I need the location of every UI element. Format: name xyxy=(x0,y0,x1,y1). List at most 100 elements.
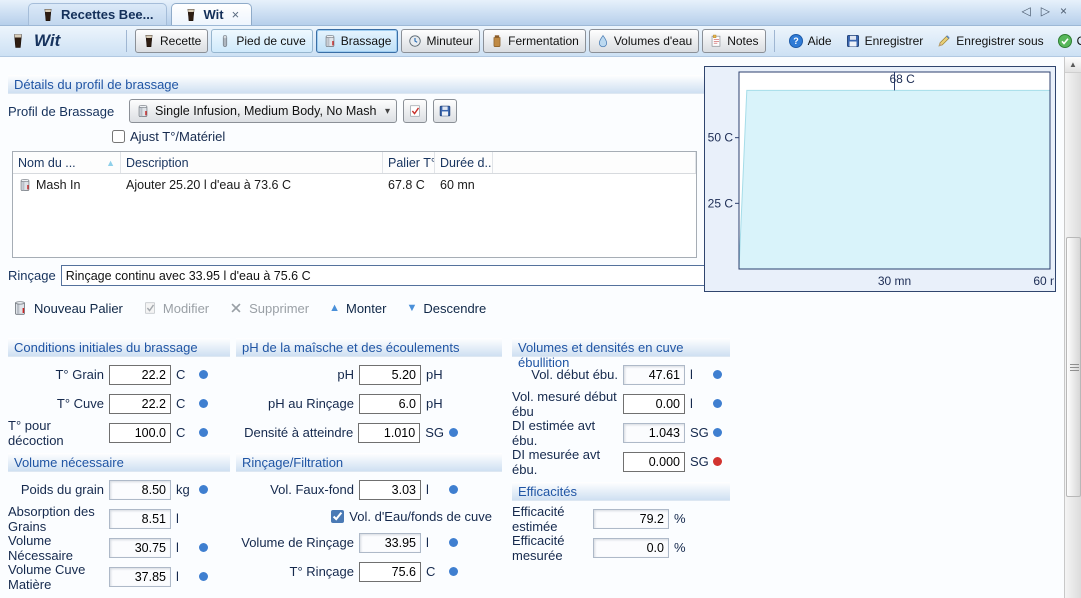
field-row: DI mesurée avt ébu. SG xyxy=(512,447,730,476)
blue-dot-icon xyxy=(449,538,458,547)
nav-forward-icon[interactable]: ▷ xyxy=(1041,4,1050,18)
enregistrer-sous-button[interactable]: Enregistrer sous xyxy=(931,29,1048,53)
brassage-button[interactable]: Brassage xyxy=(316,29,399,53)
unit-label: C xyxy=(176,396,194,411)
grain-temp-input[interactable] xyxy=(109,365,171,385)
move-down-button[interactable]: ▼ Descendre xyxy=(406,301,486,316)
ok-button[interactable]: OK xyxy=(1052,29,1081,53)
target-gravity-input[interactable] xyxy=(358,423,420,443)
unit-label: SG xyxy=(690,454,708,469)
step-actions-row: Nouveau Palier Modifier Supprimer ▲ Mont… xyxy=(12,300,486,316)
unit-label: l xyxy=(426,535,444,550)
unit-label: pH xyxy=(426,367,444,382)
step-name: Mash In xyxy=(36,178,80,192)
recette-button[interactable]: Recette xyxy=(135,29,208,53)
blue-dot-icon xyxy=(449,567,458,576)
nav-close-icon[interactable]: × xyxy=(1060,4,1067,18)
sparge-input[interactable] xyxy=(61,265,707,286)
divider xyxy=(774,30,775,52)
tab-bar: Recettes Bee... Wit × ◁ ▷ × xyxy=(0,0,1081,26)
tab-label: Wit xyxy=(204,7,224,22)
scrollbar-up-arrow-icon[interactable]: ▲ xyxy=(1065,57,1081,73)
delete-step-button[interactable]: Supprimer xyxy=(229,301,309,316)
false-bottom-volume-input[interactable] xyxy=(359,480,421,500)
field-label: T° Cuve xyxy=(57,396,104,411)
unit-label: C xyxy=(426,564,444,579)
decoction-temp-input[interactable] xyxy=(109,423,171,443)
red-check-page-icon xyxy=(408,104,422,118)
scrollbar-thumb[interactable] xyxy=(1066,237,1081,497)
fermentation-button[interactable]: Fermentation xyxy=(483,29,586,53)
sparge-row: Rinçage xyxy=(8,265,707,286)
field-label: Volume Cuve Matière xyxy=(8,562,104,592)
field-label: Vol. début ébu. xyxy=(531,367,618,382)
mash-tun-icon xyxy=(323,34,337,48)
move-up-button[interactable]: ▲ Monter xyxy=(329,301,386,316)
sparge-volume-field xyxy=(359,533,421,553)
tab-wit[interactable]: Wit × xyxy=(171,3,253,25)
minuteur-button[interactable]: Minuteur xyxy=(401,29,480,53)
notes-button[interactable]: Notes xyxy=(702,29,765,53)
beer-glass-icon xyxy=(184,8,198,22)
edit-step-button[interactable]: Modifier xyxy=(143,301,209,316)
pied-de-cuve-button[interactable]: Pied de cuve xyxy=(211,29,312,53)
vertical-scrollbar[interactable]: ▲ xyxy=(1064,57,1081,598)
mash-tun-icon xyxy=(12,300,28,316)
field-label: T° Rinçage xyxy=(290,564,354,579)
field-label: Absorption des Grains xyxy=(8,504,104,534)
blue-dot-icon xyxy=(713,399,722,408)
nav-back-icon[interactable]: ◁ xyxy=(1022,4,1031,18)
field-label: T° pour décoction xyxy=(8,418,104,448)
mash-ph-input[interactable] xyxy=(359,365,421,385)
red-dot-icon xyxy=(713,457,722,466)
tab-close-icon[interactable]: × xyxy=(232,7,240,22)
test-tube-icon xyxy=(218,34,232,48)
mash-temperature-chart: 50 C25 C30 mn60 mn68 C xyxy=(704,66,1056,292)
new-step-button[interactable]: Nouveau Palier xyxy=(12,300,123,316)
field-label: Densité à atteindre xyxy=(244,425,353,440)
profile-row: Profil de Brassage Single Infusion, Medi… xyxy=(8,99,457,123)
field-row: Efficacité estimée % xyxy=(512,504,730,533)
scrollbar-grip xyxy=(1070,367,1079,368)
pencil-icon xyxy=(936,33,952,49)
field-label: Efficacité estimée xyxy=(512,504,588,534)
aide-button[interactable]: ? Aide xyxy=(783,29,837,53)
field-label: Poids du grain xyxy=(21,482,104,497)
svg-text:30 mn: 30 mn xyxy=(878,274,911,288)
unit-label: l xyxy=(176,540,194,555)
beer-glass-icon xyxy=(10,33,26,49)
mash-tun-icon xyxy=(18,178,32,192)
sparge-ph-input[interactable] xyxy=(359,394,421,414)
column-header-description[interactable]: Description xyxy=(121,152,383,173)
column-header-palier[interactable]: Palier T° xyxy=(383,152,435,173)
blue-dot-icon xyxy=(713,370,722,379)
tab-recettes[interactable]: Recettes Bee... xyxy=(28,3,167,25)
field-label: DI mesurée avt ébu. xyxy=(512,447,618,477)
volumes-eau-button[interactable]: Volumes d'eau xyxy=(589,29,699,53)
beer-glass-icon xyxy=(142,34,156,48)
edit-profile-button[interactable] xyxy=(403,99,427,123)
chevron-down-icon: ▾ xyxy=(385,106,390,117)
field-label: pH xyxy=(337,367,354,382)
measured-preboil-gravity-input[interactable] xyxy=(623,452,685,472)
table-header-row: Nom du ... ▲ Description Palier T° Durée… xyxy=(13,152,696,174)
column-header-duree[interactable]: Durée d... xyxy=(435,152,493,173)
table-row[interactable]: Mash In Ajouter 25.20 l d'eau à 73.6 C 6… xyxy=(13,174,696,196)
blue-dot-icon xyxy=(199,399,208,408)
column-header-nom[interactable]: Nom du ... ▲ xyxy=(13,152,121,173)
mash-steps-table[interactable]: Nom du ... ▲ Description Palier T° Durée… xyxy=(12,151,697,258)
measured-preboil-volume-input[interactable] xyxy=(623,394,685,414)
checkbox-row: Vol. d'Eau/fonds de cuve xyxy=(236,504,502,528)
save-profile-button[interactable] xyxy=(433,99,457,123)
column-header-empty xyxy=(493,152,696,173)
save-icon xyxy=(438,104,452,118)
adjust-temp-checkbox[interactable] xyxy=(112,130,125,143)
tun-temp-input[interactable] xyxy=(109,394,171,414)
enregistrer-button[interactable]: Enregistrer xyxy=(840,29,929,53)
grain-absorption-field xyxy=(109,509,171,529)
sparge-temp-input[interactable] xyxy=(359,562,421,582)
deadspace-water-checkbox[interactable] xyxy=(331,510,344,523)
column-ph: pH de la maîsche et des écoulements pH p… xyxy=(236,338,502,586)
mash-profile-dropdown[interactable]: Single Infusion, Medium Body, No Mash Ou… xyxy=(129,99,397,123)
field-row: T° Grain C xyxy=(8,360,230,389)
